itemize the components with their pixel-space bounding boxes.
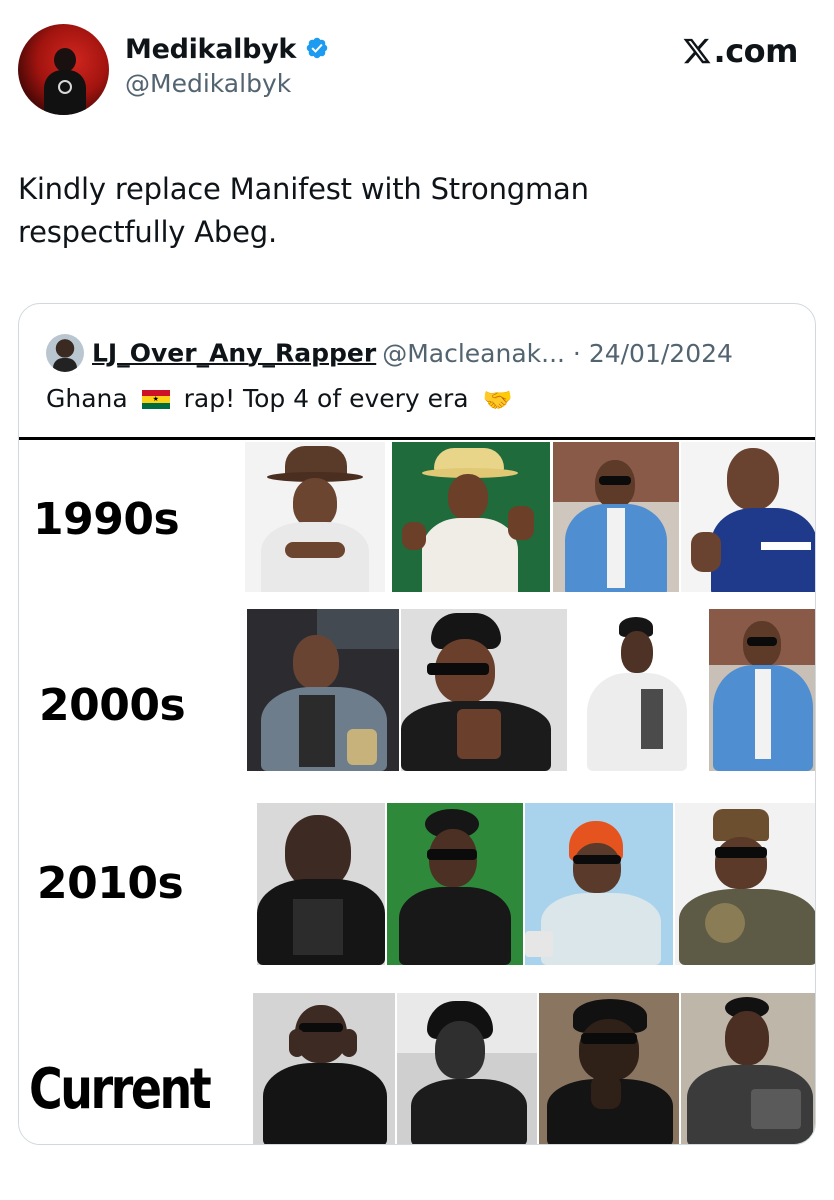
photo-2000s-artist-3 <box>571 609 707 771</box>
brand-domain: .com <box>713 32 799 70</box>
photo-1990s-artist-4 <box>681 442 815 592</box>
quoted-post-text: Ghana ★ rap! Top 4 of every era 🤝 <box>46 384 512 414</box>
author-handle[interactable]: @Medikalbyk <box>125 69 329 98</box>
quoted-author-avatar[interactable] <box>46 334 84 372</box>
author-display-name[interactable]: Medikalbyk <box>125 34 296 65</box>
era-label-2000s: 2000s <box>39 680 186 731</box>
era-label-1990s: 1990s <box>33 494 180 545</box>
photo-2000s-artist-1 <box>247 609 399 771</box>
post-text-line-2: respectfully Abeg. <box>18 215 278 249</box>
avatar-figure-chain <box>58 80 72 94</box>
era-label-2010s: 2010s <box>37 858 184 909</box>
avatar-figure-head <box>54 48 76 72</box>
photo-current-artist-4 <box>681 993 815 1144</box>
photo-current-artist-2 <box>397 993 537 1144</box>
post-text: Kindly replace Manifest with Strongman r… <box>18 168 778 254</box>
photo-1990s-artist-2 <box>392 442 550 592</box>
handshake-icon: 🤝 <box>482 386 513 414</box>
x-logo-icon <box>683 38 711 64</box>
photo-2010s-artist-2 <box>387 803 523 965</box>
quoted-post-card[interactable]: LJ_Over_Any_Rapper @Macleanak... · 24/01/… <box>18 303 816 1145</box>
quoted-author-display-name[interactable]: LJ_Over_Any_Rapper <box>92 339 376 368</box>
verified-badge-icon <box>306 37 327 58</box>
quoted-media-image[interactable]: 1990s 2000s 2010s Current <box>19 437 815 1144</box>
era-label-current: Current <box>29 1057 212 1122</box>
author-names: Medikalbyk @Medikalbyk <box>125 34 329 98</box>
photo-current-artist-1 <box>253 993 395 1144</box>
quoted-text-before-flag: Ghana <box>46 384 128 413</box>
photo-1990s-artist-1 <box>245 442 385 592</box>
quoted-text-after-flag: rap! Top 4 of every era <box>183 384 469 413</box>
ghana-flag-icon: ★ <box>141 390 170 409</box>
photo-2010s-artist-3 <box>525 803 673 965</box>
media-top-rule <box>19 437 815 440</box>
author-avatar[interactable] <box>18 24 109 115</box>
photo-2000s-artist-4 <box>709 609 815 771</box>
post-text-line-1: Kindly replace Manifest with Strongman <box>18 172 589 206</box>
photo-2010s-artist-4 <box>675 803 815 965</box>
x-brand-watermark: .com <box>682 32 799 70</box>
post-header: Medikalbyk @Medikalbyk .com <box>18 24 818 116</box>
quoted-post-header: LJ_Over_Any_Rapper @Macleanak... · 24/01/… <box>46 334 733 372</box>
quoted-post-meta: @Macleanak... · 24/01/2024 <box>382 338 733 368</box>
photo-1990s-artist-3 <box>553 442 679 592</box>
photo-2000s-artist-2 <box>401 609 567 771</box>
photo-2010s-artist-1 <box>257 803 385 965</box>
photo-current-artist-3 <box>539 993 679 1144</box>
